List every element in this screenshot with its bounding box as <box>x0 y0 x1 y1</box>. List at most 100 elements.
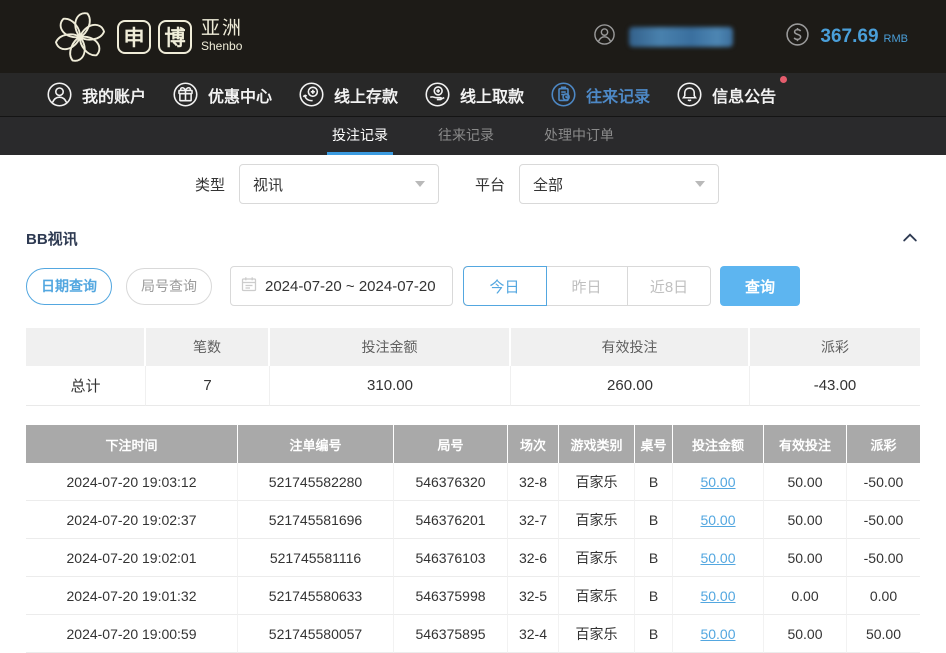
col-payout: 派彩 <box>847 425 920 463</box>
nav-item-my-account[interactable]: 我的账户 <box>46 81 146 108</box>
nav-item-announcements[interactable]: 信息公告 <box>676 81 776 108</box>
table-row: 2024-07-20 19:02:01 521745581116 5463761… <box>26 539 920 577</box>
col-table: 桌号 <box>635 425 673 463</box>
valid-bet: 50.00 <box>764 539 847 577</box>
summary-bet: 310.00 <box>270 366 511 406</box>
bet-amount-link[interactable]: 50.00 <box>700 474 735 490</box>
user-circle-icon <box>593 23 616 51</box>
summary-table: 笔数 投注金额 有效投注 派彩 总计 7 310.00 260.00 -43.0… <box>26 328 920 406</box>
payout-cell: 50.00 <box>847 615 920 653</box>
table-code: B <box>635 615 673 653</box>
chevron-down-icon <box>415 181 425 187</box>
sub-nav: 投注记录 往来记录 处理中订单 <box>0 117 946 155</box>
table-row: 2024-07-20 19:01:32 521745580633 5463759… <box>26 577 920 615</box>
game-type: 百家乐 <box>559 463 635 501</box>
date-query-pill[interactable]: 日期查询 <box>26 268 112 305</box>
order-id: 521745581696 <box>238 501 394 539</box>
summary-header-row: 笔数 投注金额 有效投注 派彩 <box>26 328 920 366</box>
round-id: 546376320 <box>394 463 508 501</box>
subtab-label: 投注记录 <box>332 125 388 145</box>
user-icon <box>46 81 73 108</box>
subtab-label: 往来记录 <box>438 125 494 145</box>
account-chip[interactable] <box>593 23 733 51</box>
session: 32-6 <box>508 539 559 577</box>
bet-time: 2024-07-20 19:02:37 <box>26 501 238 539</box>
bet-time: 2024-07-20 19:01:32 <box>26 577 238 615</box>
round-query-pill[interactable]: 局号查询 <box>126 268 212 305</box>
order-id: 521745580057 <box>238 615 394 653</box>
bet-time: 2024-07-20 19:00:59 <box>26 615 238 653</box>
notification-dot <box>780 76 787 83</box>
order-id: 521745582280 <box>238 463 394 501</box>
order-id: 521745581116 <box>238 539 394 577</box>
table-code: B <box>635 501 673 539</box>
type-select[interactable]: 视讯 <box>239 164 439 204</box>
gift-icon <box>172 81 199 108</box>
col-bet-amount: 投注金额 <box>673 425 764 463</box>
date-range-value: 2024-07-20 ~ 2024-07-20 <box>265 278 436 295</box>
username-redacted <box>629 27 733 47</box>
round-id: 546375998 <box>394 577 508 615</box>
wallet-balance[interactable]: 367.69 RMB <box>785 22 908 52</box>
quick-label: 昨日 <box>571 276 601 297</box>
tab-transaction-records[interactable]: 往来记录 <box>433 117 499 155</box>
tab-bet-records[interactable]: 投注记录 <box>327 117 393 155</box>
summary-header-valid: 有效投注 <box>511 328 750 366</box>
round-id: 546376103 <box>394 539 508 577</box>
bet-amount-link[interactable]: 50.00 <box>700 626 735 642</box>
quick-label: 近8日 <box>650 276 688 297</box>
bet-time: 2024-07-20 19:02:01 <box>26 539 238 577</box>
table-row: 2024-07-20 19:02:37 521745581696 5463762… <box>26 501 920 539</box>
pill-label: 局号查询 <box>141 276 197 296</box>
balance-currency: RMB <box>884 33 908 45</box>
tab-pending-orders[interactable]: 处理中订单 <box>539 117 619 155</box>
bell-icon <box>676 81 703 108</box>
bet-amount-link[interactable]: 50.00 <box>700 512 735 528</box>
nav-item-withdraw[interactable]: 线上取款 <box>424 81 524 108</box>
quick-yesterday-button[interactable]: 昨日 <box>546 267 628 305</box>
col-game-type: 游戏类别 <box>559 425 635 463</box>
payout-cell: -50.00 <box>847 463 920 501</box>
chevron-up-icon[interactable] <box>900 228 920 248</box>
quick-today-button[interactable]: 今日 <box>464 267 546 305</box>
col-session: 场次 <box>508 425 559 463</box>
summary-total-label: 总计 <box>26 366 146 406</box>
date-range-input[interactable]: 2024-07-20 ~ 2024-07-20 <box>230 266 453 306</box>
session: 32-8 <box>508 463 559 501</box>
nav-item-promotions[interactable]: 优惠中心 <box>172 81 272 108</box>
section-title: BB视讯 <box>26 228 78 249</box>
nav-item-transaction-records[interactable]: 往来记录 <box>550 81 650 108</box>
query-toolbar: 日期查询 局号查询 2024-07-20 ~ 2024-07-20 今日 <box>26 266 920 306</box>
summary-valid: 260.00 <box>511 366 750 406</box>
col-bet-time: 下注时间 <box>26 425 238 463</box>
bet-amount-link[interactable]: 50.00 <box>700 550 735 566</box>
records-table: 下注时间 注单编号 局号 场次 游戏类别 桌号 投注金额 有效投注 派彩 202… <box>26 425 920 653</box>
table-row: 2024-07-20 19:00:59 521745580057 5463758… <box>26 615 920 653</box>
search-button[interactable]: 查询 <box>720 266 800 306</box>
game-type: 百家乐 <box>559 539 635 577</box>
summary-header-count: 笔数 <box>146 328 270 366</box>
game-type: 百家乐 <box>559 577 635 615</box>
round-id: 546376201 <box>394 501 508 539</box>
summary-header-bet: 投注金额 <box>270 328 511 366</box>
type-filter-label: 类型 <box>195 174 225 195</box>
bet-time: 2024-07-20 19:03:12 <box>26 463 238 501</box>
table-row: 2024-07-20 19:03:12 521745582280 5463763… <box>26 463 920 501</box>
brand-logo[interactable]: 申 博 亚洲 Shenbo <box>50 7 243 67</box>
col-round-id: 局号 <box>394 425 508 463</box>
bet-amount-link[interactable]: 50.00 <box>700 588 735 604</box>
valid-bet: 0.00 <box>764 577 847 615</box>
logo-char-shen: 申 <box>117 20 151 54</box>
quick-last8days-button[interactable]: 近8日 <box>628 267 710 305</box>
quick-label: 今日 <box>489 276 519 297</box>
chevron-down-icon <box>695 181 705 187</box>
records-clipboard-icon <box>550 81 577 108</box>
flower-logo-icon <box>50 7 110 67</box>
quick-range-group: 今日 昨日 近8日 <box>463 266 711 306</box>
logo-subtitle: Shenbo <box>201 40 243 53</box>
platform-select[interactable]: 全部 <box>519 164 719 204</box>
platform-select-value: 全部 <box>533 174 563 195</box>
logo-region: 亚洲 <box>201 19 243 40</box>
records-header-row: 下注时间 注单编号 局号 场次 游戏类别 桌号 投注金额 有效投注 派彩 <box>26 425 920 463</box>
nav-item-deposit[interactable]: 线上存款 <box>298 81 398 108</box>
